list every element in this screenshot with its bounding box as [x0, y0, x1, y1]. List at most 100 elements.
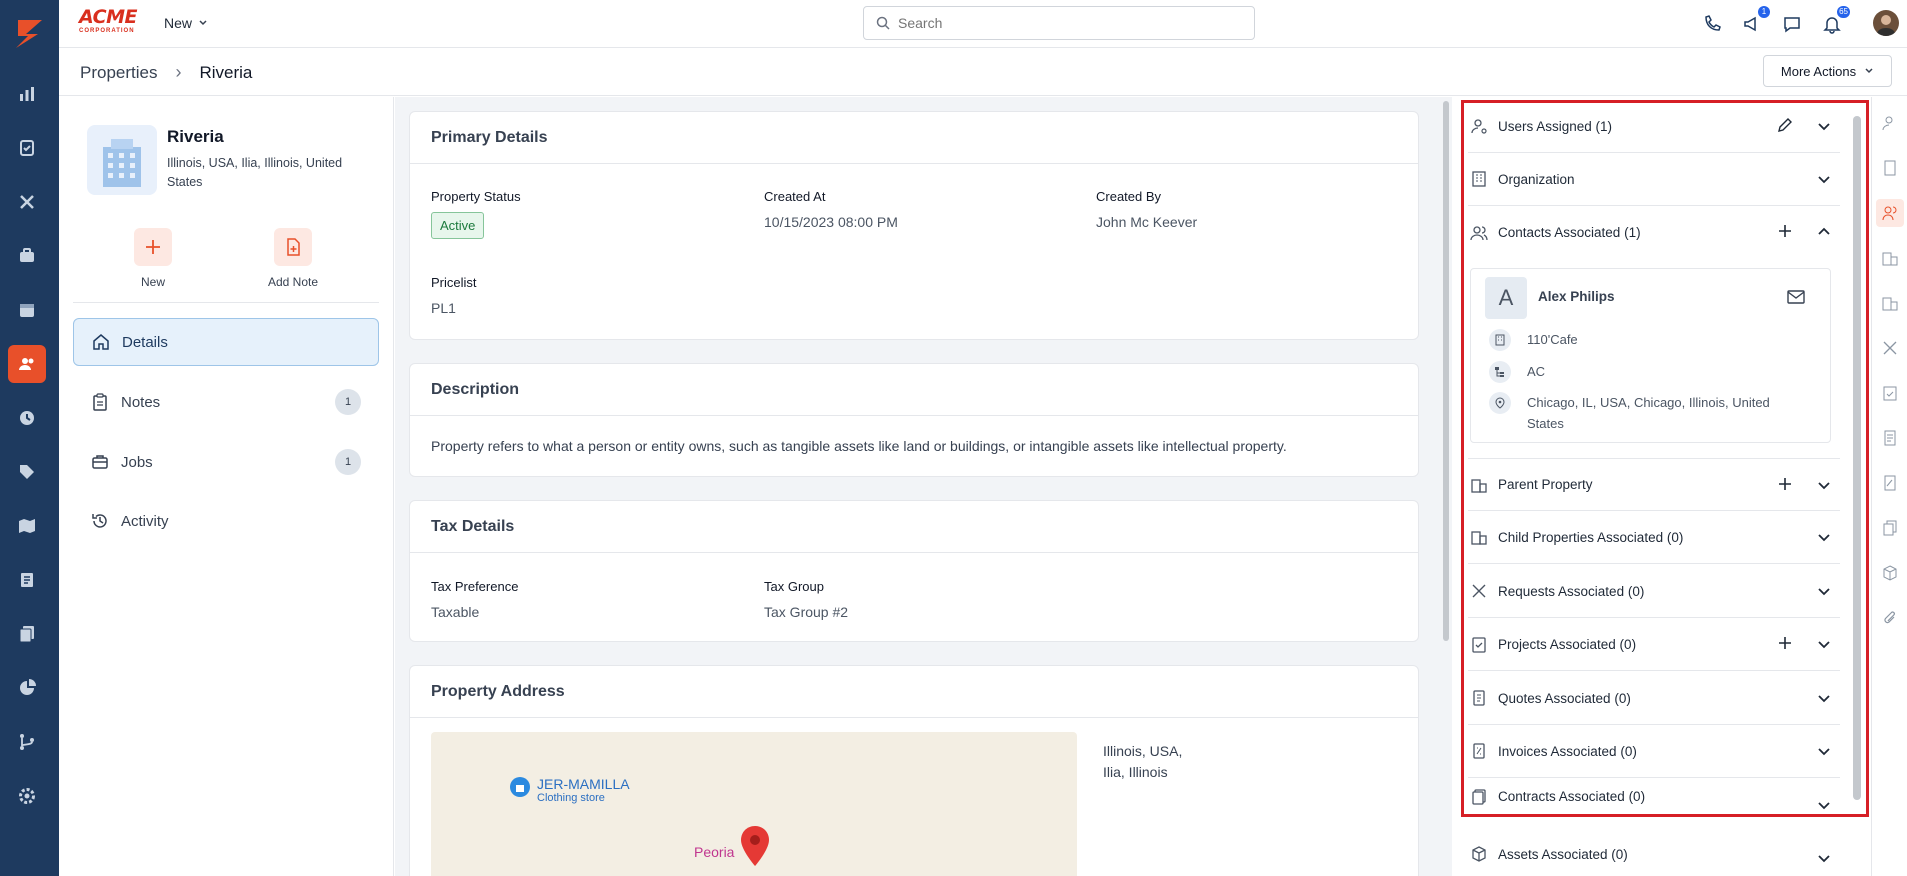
workflow-icon[interactable]	[8, 723, 46, 761]
users-assigned-section[interactable]: Users Assigned (1)	[1468, 100, 1840, 153]
new-label: New	[140, 275, 165, 289]
chevron-down-icon[interactable]	[1816, 690, 1832, 706]
tools-icon[interactable]	[8, 183, 46, 221]
contracts-section[interactable]: Contracts Associated (0)	[1468, 779, 1840, 815]
assets-section[interactable]: Assets Associated (0)	[1468, 832, 1840, 876]
projects-label: Projects Associated (0)	[1498, 636, 1637, 652]
tab-activity[interactable]: Activity	[73, 497, 379, 545]
quotes-section[interactable]: Quotes Associated (0)	[1468, 672, 1840, 725]
child-properties-section[interactable]: Child Properties Associated (0)	[1468, 511, 1840, 564]
briefcase-icon[interactable]	[8, 237, 46, 275]
add-note-action[interactable]: Add Note	[248, 228, 338, 289]
clock-icon[interactable]	[8, 399, 46, 437]
projects-section[interactable]: Projects Associated (0)	[1468, 618, 1840, 671]
contract-icon[interactable]	[1876, 514, 1904, 542]
tab-notes[interactable]: Notes 1	[73, 378, 379, 426]
jobs-count-badge: 1	[335, 449, 361, 475]
tab-details[interactable]: Details	[73, 318, 379, 366]
plus-icon[interactable]	[1776, 222, 1794, 240]
edit-icon[interactable]	[1776, 116, 1794, 134]
bell-icon[interactable]: 65	[1820, 6, 1850, 36]
buildings-icon[interactable]	[1876, 289, 1904, 317]
card-title: Property Address	[410, 666, 1418, 718]
paperclip-icon[interactable]	[1876, 604, 1904, 632]
reports-icon[interactable]	[8, 669, 46, 707]
add-note-button[interactable]	[274, 228, 312, 266]
contacts-associated-section[interactable]: Contacts Associated (1)	[1468, 206, 1840, 259]
address-map[interactable]: JER-MAMILLA Clothing store Peoria	[431, 732, 1077, 876]
announcement-icon[interactable]: 1	[1740, 6, 1770, 36]
location-marker-icon	[741, 826, 769, 866]
building-icon[interactable]	[1876, 154, 1904, 182]
organization-section[interactable]: Organization	[1468, 153, 1840, 206]
top-bar: ACME CORPORATION New 1 65	[59, 0, 1907, 48]
buildings-icon[interactable]	[1876, 244, 1904, 272]
search-input[interactable]	[898, 15, 1228, 31]
chevron-up-icon[interactable]	[1816, 224, 1832, 240]
breadcrumb-root[interactable]: Properties	[80, 63, 157, 83]
map-icon[interactable]	[8, 507, 46, 545]
chevron-down-icon[interactable]	[1816, 171, 1832, 187]
clipboard-check-icon	[1470, 635, 1488, 653]
associations-scrollbar[interactable]	[1852, 100, 1862, 800]
new-action[interactable]: New	[108, 228, 198, 289]
divider	[73, 302, 379, 303]
property-address: Illinois, USA, Ilia, Illinois, United St…	[167, 156, 343, 189]
invoice-icon[interactable]	[1876, 469, 1904, 497]
cube-icon[interactable]	[1876, 559, 1904, 587]
building-icon	[1470, 170, 1488, 188]
calendar-icon[interactable]	[8, 291, 46, 329]
dashboard-icon[interactable]	[8, 75, 46, 113]
new-menu-button[interactable]: New	[164, 15, 208, 31]
contacts-icon[interactable]	[1876, 199, 1904, 227]
requests-section[interactable]: Requests Associated (0)	[1468, 565, 1840, 618]
contact-card[interactable]: A Alex Philips 110'Cafe AC Chicago, IL, …	[1470, 268, 1831, 443]
contact-location-row: Chicago, IL, USA, Chicago, Illinois, Uni…	[1489, 392, 1809, 434]
tag-icon[interactable]	[8, 453, 46, 491]
brand-logo[interactable]: ACME CORPORATION	[79, 7, 141, 37]
chevron-down-icon[interactable]	[1816, 477, 1832, 493]
primary-details-card: Primary Details Property Status Active C…	[409, 111, 1419, 340]
more-actions-button[interactable]: More Actions	[1763, 55, 1892, 87]
contact-company: 110'Cafe	[1527, 332, 1578, 347]
chat-icon[interactable]	[1780, 12, 1804, 36]
tools-icon[interactable]	[1876, 334, 1904, 362]
plus-icon[interactable]	[1776, 475, 1794, 493]
user-avatar[interactable]	[1873, 10, 1899, 36]
parent-property-section[interactable]: Parent Property	[1468, 458, 1840, 511]
requests-icon[interactable]	[8, 129, 46, 167]
invoices-section[interactable]: Invoices Associated (0)	[1468, 725, 1840, 778]
scrollbar-thumb[interactable]	[1853, 116, 1861, 800]
clipboard-check-icon[interactable]	[1876, 379, 1904, 407]
new-button[interactable]	[134, 228, 172, 266]
chevron-down-icon[interactable]	[1816, 118, 1832, 134]
notes-count-badge: 1	[335, 389, 361, 415]
tab-jobs[interactable]: Jobs 1	[73, 438, 379, 486]
mail-icon[interactable]	[1787, 290, 1805, 304]
status-badge: Active	[431, 212, 485, 239]
cube-icon	[1470, 845, 1488, 863]
associations-quick-nav	[1871, 97, 1907, 876]
chevron-down-icon[interactable]	[1816, 743, 1832, 759]
chevron-down-icon[interactable]	[1816, 636, 1832, 652]
settings-icon[interactable]	[8, 777, 46, 815]
chevron-down-icon[interactable]	[1816, 529, 1832, 545]
documents-icon[interactable]	[8, 615, 46, 653]
buildings-icon	[1470, 528, 1488, 546]
tab-notes-label: Notes	[121, 393, 161, 411]
chevron-down-icon[interactable]	[1816, 797, 1832, 813]
contacts-icon[interactable]	[8, 345, 46, 383]
hierarchy-icon	[1489, 361, 1511, 383]
main-scrollbar[interactable]	[1440, 97, 1452, 876]
phone-icon[interactable]	[1700, 12, 1724, 36]
chevron-down-icon[interactable]	[1816, 583, 1832, 599]
invoice-icon[interactable]	[8, 561, 46, 599]
chevron-down-icon	[1865, 68, 1873, 74]
contact-name[interactable]: Alex Philips	[1538, 289, 1615, 304]
plus-icon[interactable]	[1776, 634, 1794, 652]
app-logo-icon[interactable]	[8, 12, 50, 54]
chevron-down-icon[interactable]	[1816, 850, 1832, 866]
user-icon[interactable]	[1876, 109, 1904, 137]
search-box[interactable]	[863, 6, 1255, 40]
quote-icon[interactable]	[1876, 424, 1904, 452]
